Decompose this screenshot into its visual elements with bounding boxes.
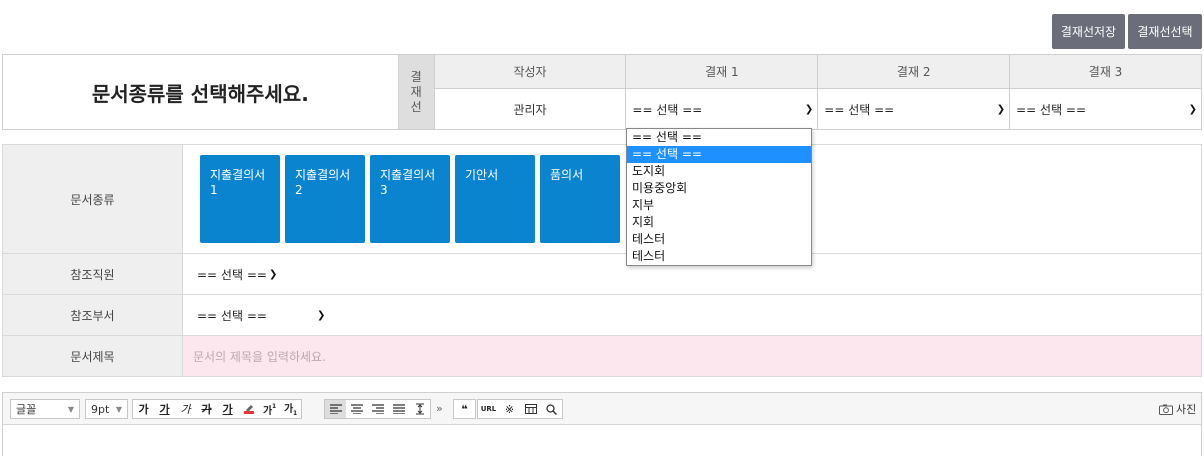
vertical-char-3: 선 [410,99,422,114]
ref-dept-cell: == 선택 == ❯ [182,294,1202,336]
align-center-icon[interactable] [346,400,367,418]
text-color-button[interactable]: 가 [217,400,238,418]
highlight-icon[interactable] [238,400,259,418]
superscript-icon[interactable]: 가1 [259,400,280,418]
approval-table: 문서종류를 선택해주세요. 결 재 선 작성자 결재 1 결재 2 결재 3 관… [2,54,1202,130]
approver-1-value: == 선택 == [632,102,703,117]
align-left-icon[interactable] [325,400,346,418]
dropdown-option-highlighted[interactable]: == 선택 == [627,146,811,163]
document-form: 문서종류 지출결의서 1 지출결의서 2 지출결의서 3 기안서 품의서 참조직… [2,144,1202,377]
editor-toolbar: 글꼴 ▼ 9pt ▼ 가 가 가 가 가 가1 가1 » ❝ URL ※ 사진 [3,393,1201,425]
format-button-group: 가 가 가 가 가 가1 가1 [132,399,302,419]
photo-button[interactable]: 사진 [1159,401,1196,417]
writer-value: 관리자 [433,88,627,130]
special-char-icon[interactable]: ※ [499,400,520,418]
svg-text:1: 1 [293,410,297,415]
approval-line-label: 결 재 선 [397,54,435,130]
chevron-down-icon: ❯ [996,103,1006,115]
dropdown-option[interactable]: 도지회 [627,163,811,180]
approver-2-value: == 선택 == [824,102,895,117]
col-writer: 작성자 [433,54,627,89]
vertical-char-1: 결 [410,69,422,84]
font-family-value: 글꼴 [16,403,37,416]
chevron-down-icon: ▼ [67,404,74,414]
justify-icon[interactable] [388,400,409,418]
chevron-down-icon: ❯ [804,103,814,115]
approver-3-select[interactable]: == 선택 == ❯ [1009,88,1202,130]
dropdown-option[interactable]: 테스터 [627,248,811,265]
ref-staff-value: == 선택 == [197,267,267,282]
subscript-icon[interactable]: 가1 [280,400,301,418]
ref-staff-select[interactable]: == 선택 == ❯ [197,266,277,283]
dropdown-option[interactable]: 미용중앙회 [627,180,811,197]
ref-dept-value: == 선택 == [197,308,267,323]
photo-label: 사진 [1176,403,1197,416]
quote-icon[interactable]: ❝ [454,400,475,418]
svg-text:1: 1 [272,403,276,410]
ref-dept-label: 참조부서 [2,294,183,336]
approver-3-value: == 선택 == [1016,102,1087,117]
search-icon[interactable] [541,400,562,418]
more-tools-icon[interactable]: » [436,402,443,415]
doc-subject-input[interactable]: 문서의 제목을 입력하세요. [182,335,1202,377]
save-approval-line-button[interactable]: 결재선저장 [1052,14,1125,49]
tile-draft[interactable]: 기안서 [455,155,535,243]
approver-1-dropdown-list: == 선택 == == 선택 == 도지회 미용중앙회 지부 지회 테스터 테스… [626,128,812,266]
quote-button-group: ❝ [453,399,476,419]
chevron-down-icon: ❯ [316,309,326,321]
italic-button[interactable]: 가 [175,400,196,418]
insert-button-group: URL ※ [477,399,563,419]
doc-type-label: 문서종류 [2,144,183,254]
chevron-down-icon: ❯ [268,268,278,280]
tile-expense-1[interactable]: 지출결의서 1 [200,155,280,243]
tile-expense-3[interactable]: 지출결의서 3 [370,155,450,243]
font-size-value: 9pt [91,402,110,416]
col-approver-3: 결재 3 [1009,54,1202,89]
doc-subject-label: 문서제목 [2,335,183,377]
vertical-char-2: 재 [410,84,422,99]
chevron-down-icon: ❯ [1188,103,1197,115]
align-right-icon[interactable] [367,400,388,418]
chevron-down-icon: ▼ [115,404,122,414]
ref-dept-select[interactable]: == 선택 == ❯ [197,307,325,324]
dropdown-option[interactable]: == 선택 == [627,129,811,146]
dropdown-option[interactable]: 지부 [627,197,811,214]
table-icon[interactable] [520,400,541,418]
underline-button[interactable]: 가 [154,400,175,418]
strikethrough-button[interactable]: 가 [196,400,217,418]
rich-text-editor[interactable]: 글꼴 ▼ 9pt ▼ 가 가 가 가 가 가1 가1 » ❝ URL ※ 사진 [2,392,1202,456]
align-button-group [324,399,431,419]
tile-expense-2[interactable]: 지출결의서 2 [285,155,365,243]
doc-title-cell: 문서종류를 선택해주세요. [2,54,399,130]
font-family-select[interactable]: 글꼴 ▼ [10,399,80,419]
select-approval-line-button[interactable]: 결재선선택 [1128,14,1202,49]
col-approver-2: 결재 2 [817,54,1011,89]
font-size-select[interactable]: 9pt ▼ [85,399,128,419]
col-approver-1: 결재 1 [625,54,819,89]
tile-proposal[interactable]: 품의서 [540,155,620,243]
dropdown-option[interactable]: 테스터 [627,231,811,248]
approver-2-select[interactable]: == 선택 == ❯ [817,88,1011,130]
bold-button[interactable]: 가 [133,400,154,418]
approver-1-select[interactable]: == 선택 == ❯ [625,88,819,130]
line-height-icon[interactable] [409,400,430,418]
camera-icon [1159,404,1173,415]
url-icon[interactable]: URL [478,400,499,418]
doc-title: 문서종류를 선택해주세요. [91,81,309,106]
ref-staff-label: 참조직원 [2,253,183,295]
dropdown-option[interactable]: 지회 [627,214,811,231]
